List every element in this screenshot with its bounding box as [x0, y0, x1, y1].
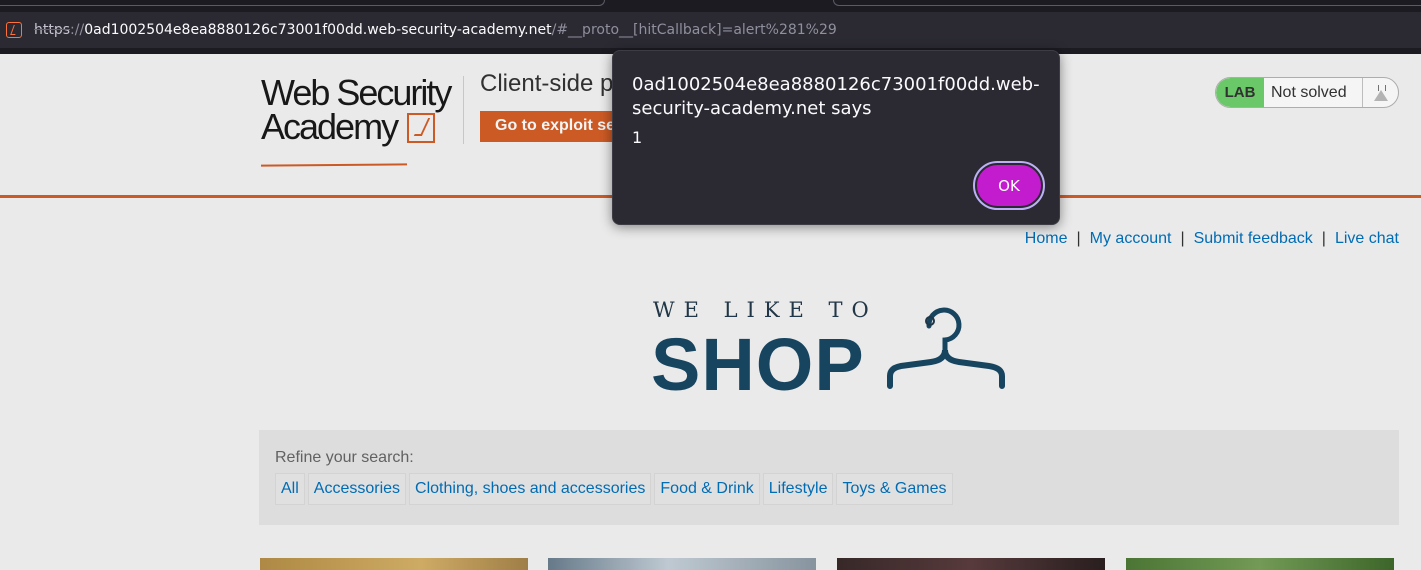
url-path: /#__proto__[hitCallback]=alert%281%29	[551, 22, 837, 38]
alert-value: 1	[632, 128, 643, 147]
url-host: 0ad1002504e8ea8880126c73001f00dd.web-sec…	[84, 22, 552, 38]
alert-ok-button[interactable]: OK	[973, 161, 1045, 210]
browser-toolbar: https://0ad1002504e8ea8880126c73001f00dd…	[0, 0, 1421, 54]
url-separator: ://	[70, 22, 85, 38]
alert-dialog: 0ad1002504e8ea8880126c73001f00dd.web-sec…	[612, 50, 1060, 225]
browser-tab[interactable]	[833, 0, 1421, 6]
site-favicon-icon	[6, 22, 22, 38]
browser-tab[interactable]	[0, 0, 605, 6]
alert-message: 0ad1002504e8ea8880126c73001f00dd.web-sec…	[632, 74, 1040, 119]
address-bar[interactable]: https://0ad1002504e8ea8880126c73001f00dd…	[0, 12, 1421, 48]
url-scheme: https	[34, 22, 71, 38]
